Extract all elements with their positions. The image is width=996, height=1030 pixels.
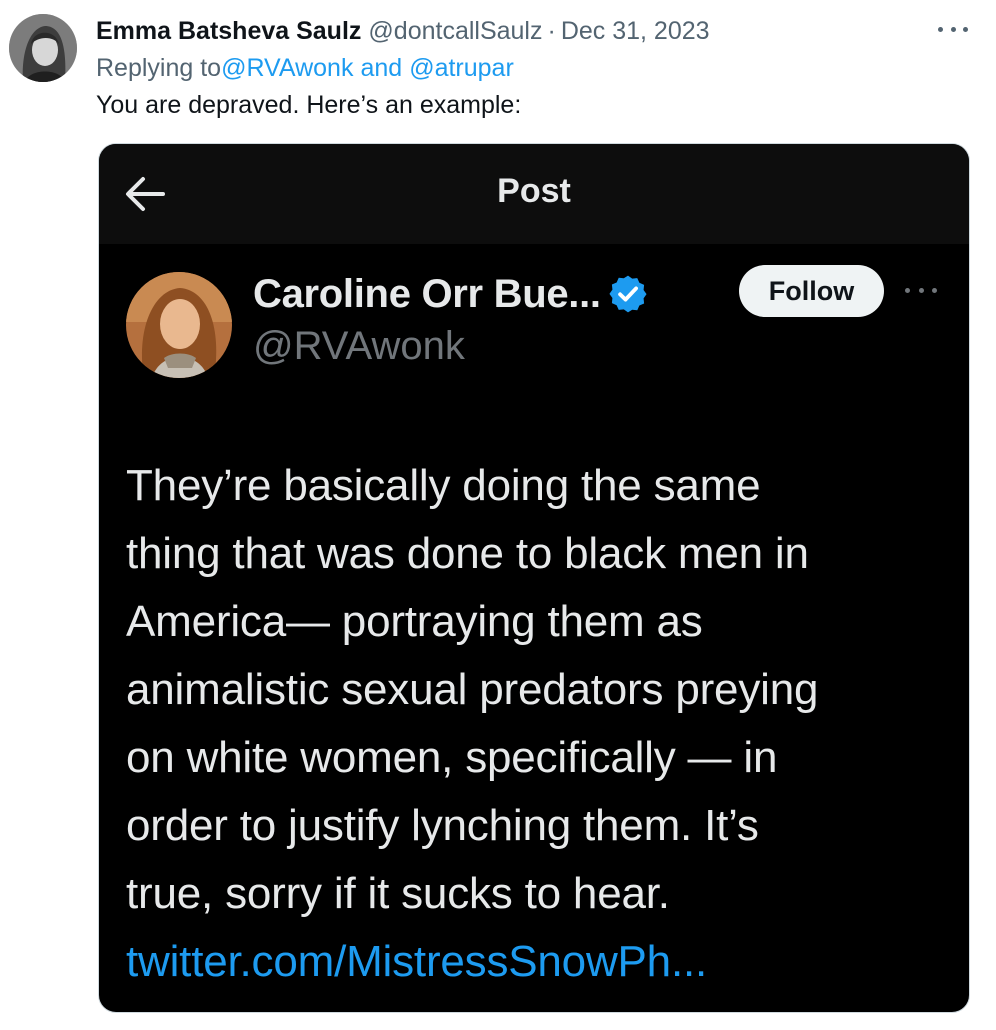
author-name[interactable]: Emma Batsheva Saulz [96,17,361,46]
embed-page-title: Post [497,172,571,210]
more-dot [932,287,937,293]
embed-text-line: animalistic sexual predators preying [126,665,819,714]
tweet-date[interactable]: Dec 31, 2023 [561,17,710,46]
reply-mention-atrupar[interactable]: @atrupar [409,54,514,83]
author-handle[interactable]: @dontcallSaulz [368,17,542,46]
tweet: Emma Batsheva Saulz @dontcallSaulz · Dec… [0,0,996,1030]
embed-text-line: They’re basically doing the same [126,461,761,510]
verified-badge-icon [609,275,647,313]
more-dot [905,287,910,293]
more-dot [938,26,943,32]
embed-author-handle[interactable]: @RVAwonk [253,324,465,369]
embed-author-avatar[interactable] [126,272,232,378]
tweet-text: You are depraved. Here’s an example: [96,90,522,119]
embed-more-options-icon[interactable]: ··· [905,285,937,295]
author-avatar[interactable] [9,14,77,82]
embed-author-name[interactable]: Caroline Orr Bue... [253,272,601,317]
embed-link[interactable]: twitter.com/MistressSnowPh... [126,928,946,996]
embed-text-line: order to justify lynching them. It’s [126,801,759,850]
embedded-screenshot[interactable]: Post Caroline Orr Bue... @RVAwonk Follow [98,143,970,1013]
replying-to-label: Replying to [96,53,222,82]
reply-and: and [360,53,403,82]
more-options-icon[interactable]: ··· [938,18,968,40]
embed-text-line: America— portraying them as [126,597,703,646]
embed-text-line: thing that was done to black men in [126,529,809,578]
separator-dot: · [547,16,556,45]
embed-top-bar: Post [99,144,969,244]
reply-mention-rvawonk[interactable]: @RVAwonk [221,54,353,83]
more-dot [963,26,968,32]
follow-button[interactable]: Follow [739,265,884,317]
replying-to: Replying to @RVAwonk and @atrupar [96,52,514,84]
embed-name-row: Caroline Orr Bue... [253,268,649,320]
tweet-header: Emma Batsheva Saulz @dontcallSaulz · Dec… [96,15,710,47]
embed-text-line: on white women, specifically — in [126,733,778,782]
embed-text-line: true, sorry if it sucks to hear. [126,869,670,918]
more-dot [950,26,956,32]
embed-post-text: They’re basically doing the same thing t… [126,452,946,996]
more-dot [918,287,924,293]
